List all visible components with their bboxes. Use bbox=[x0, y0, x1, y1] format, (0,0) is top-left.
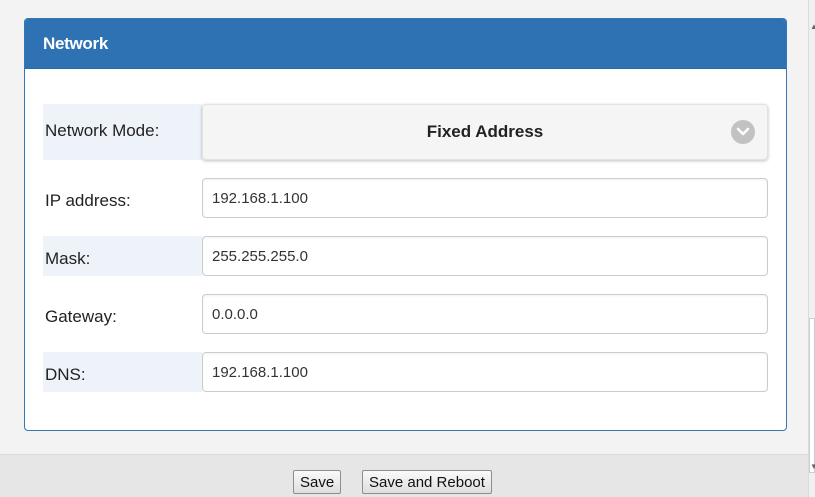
dns-label-cell: DNS: bbox=[43, 352, 202, 392]
dns-row: DNS: bbox=[43, 352, 769, 392]
network-mode-label: Network Mode: bbox=[45, 121, 160, 140]
panel-title: Network bbox=[43, 34, 108, 53]
network-mode-value: Fixed Address bbox=[426, 122, 544, 141]
save-button[interactable]: Save bbox=[293, 470, 342, 494]
gateway-input[interactable] bbox=[202, 294, 768, 334]
dns-label: DNS: bbox=[45, 365, 86, 384]
gateway-row: Gateway: bbox=[43, 294, 769, 334]
scroll-up-arrow-icon[interactable]: ▲ bbox=[810, 22, 815, 31]
ip-address-label-cell: IP address: bbox=[43, 178, 202, 218]
scroll-thumb[interactable] bbox=[809, 318, 815, 473]
scroll-down-arrow-icon[interactable]: ▼ bbox=[810, 462, 815, 471]
network-panel: Network Network Mode: Fixed Address IP a… bbox=[24, 18, 787, 431]
ip-address-label: IP address: bbox=[45, 191, 131, 210]
mask-input[interactable] bbox=[202, 236, 768, 276]
footer-bar: Save Save and Reboot bbox=[0, 454, 808, 497]
ip-address-row: IP address: bbox=[43, 178, 769, 218]
gateway-label: Gateway: bbox=[45, 307, 117, 326]
network-mode-label-cell: Network Mode: bbox=[43, 104, 202, 160]
dns-input[interactable] bbox=[202, 352, 768, 392]
mask-row: Mask: bbox=[43, 236, 769, 276]
chevron-down-icon bbox=[731, 120, 755, 144]
network-mode-row: Network Mode: Fixed Address bbox=[43, 104, 769, 160]
gateway-label-cell: Gateway: bbox=[43, 294, 202, 334]
network-mode-select[interactable]: Fixed Address bbox=[202, 104, 768, 160]
mask-label: Mask: bbox=[45, 249, 91, 268]
panel-header: Network bbox=[25, 19, 786, 69]
save-and-reboot-button[interactable]: Save and Reboot bbox=[362, 470, 492, 494]
ip-address-input[interactable] bbox=[202, 178, 768, 218]
scrollbar[interactable]: ▲ ▼ bbox=[808, 0, 815, 497]
mask-label-cell: Mask: bbox=[43, 236, 202, 276]
